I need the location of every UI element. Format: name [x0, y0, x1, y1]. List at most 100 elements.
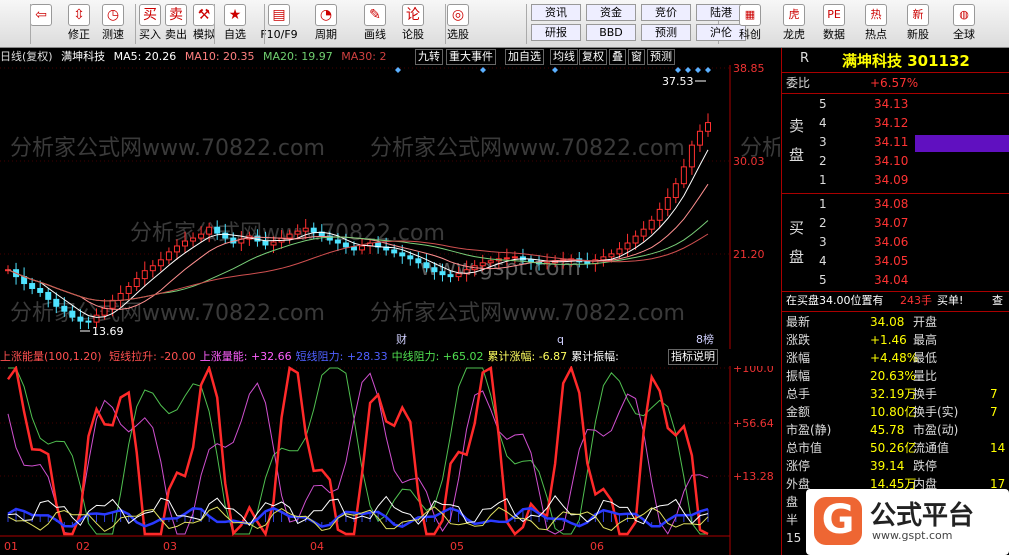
candle[interactable] — [61, 305, 68, 312]
period-label[interactable]: 日线(复权) — [0, 50, 53, 63]
candle[interactable] — [77, 316, 84, 322]
star-folder-tool-button[interactable]: ★ 自选 — [216, 0, 254, 46]
candle[interactable] — [479, 262, 486, 267]
candle[interactable] — [359, 245, 366, 251]
small-button-2[interactable]: 竞价 — [641, 4, 691, 21]
candle[interactable] — [648, 219, 655, 230]
hot-topic-tool-button[interactable]: 热热点 — [856, 0, 896, 46]
candle[interactable] — [632, 235, 639, 244]
bid-row[interactable]: 4 34.05 — [782, 252, 1009, 270]
candle[interactable] — [624, 242, 631, 250]
ask-row[interactable]: 5 34.13 — [782, 95, 1009, 113]
indicator-help-button[interactable]: 指标说明 — [668, 349, 718, 365]
globe-tool-button[interactable]: ◍ 全球 — [944, 0, 984, 46]
candle[interactable] — [664, 197, 671, 210]
candle[interactable] — [503, 257, 510, 260]
candle[interactable] — [511, 256, 518, 259]
chart-button-1[interactable]: 重大事件 — [446, 49, 496, 65]
new-stock-tool-button[interactable]: 新新股 — [898, 0, 938, 46]
candle[interactable] — [141, 270, 148, 280]
candle[interactable] — [190, 237, 197, 242]
price-chart[interactable]: 分析家公式网www.70822.com 分析家公式网www.70822.com 分析… — [0, 65, 780, 349]
candle[interactable] — [415, 258, 422, 264]
candle[interactable] — [527, 259, 534, 263]
candle[interactable] — [182, 240, 189, 247]
bid-row[interactable]: 5 34.04 — [782, 271, 1009, 289]
candle[interactable] — [270, 241, 277, 246]
candle[interactable] — [214, 226, 221, 234]
clock-tool-button[interactable]: ◷ 测速 — [94, 0, 132, 46]
event-label[interactable]: 财 — [396, 332, 407, 346]
candle[interactable] — [399, 252, 406, 257]
candle[interactable] — [656, 208, 663, 221]
candle[interactable] — [53, 298, 60, 307]
candle[interactable] — [455, 273, 462, 278]
candle[interactable] — [447, 274, 454, 278]
small-button-5[interactable]: BBD — [586, 24, 636, 41]
ask-row[interactable]: 1 34.09 — [782, 171, 1009, 189]
candle[interactable] — [672, 183, 679, 199]
candle[interactable] — [286, 233, 293, 239]
candle[interactable] — [439, 271, 446, 276]
candle[interactable] — [69, 310, 76, 318]
info-table-tool-button[interactable]: ▤ F10/F9 — [260, 0, 298, 46]
chart-button-0[interactable]: 九转 — [415, 49, 443, 65]
candle[interactable] — [109, 299, 116, 309]
candle[interactable] — [157, 259, 164, 267]
candle[interactable] — [117, 292, 124, 301]
candle[interactable] — [407, 255, 414, 260]
candle[interactable] — [133, 278, 140, 288]
candle[interactable] — [165, 251, 172, 261]
candle[interactable] — [608, 253, 615, 258]
candle[interactable] — [423, 262, 430, 269]
chart-button-5[interactable]: 叠 — [609, 49, 626, 65]
discussion-tool-button[interactable]: 论论股 — [394, 0, 432, 46]
candle[interactable] — [294, 230, 301, 235]
chart-button-3[interactable]: 均线 — [550, 49, 578, 65]
candle[interactable] — [206, 226, 213, 235]
candle[interactable] — [688, 144, 695, 168]
candle[interactable] — [29, 283, 36, 289]
candle[interactable] — [616, 248, 623, 255]
chart-button-2[interactable]: 加自选 — [505, 49, 544, 65]
candle[interactable] — [101, 307, 108, 316]
candle[interactable] — [640, 228, 647, 237]
pe-data-tool-button[interactable]: PE 数据 — [814, 0, 854, 46]
small-button-1[interactable]: 资金 — [586, 4, 636, 21]
candle[interactable] — [310, 227, 317, 233]
indicator-chart[interactable]: +100.0 +56.64 +13.28 01 02 03 04 05 06 — [0, 366, 780, 555]
chart-button-4[interactable]: 复权 — [579, 49, 607, 65]
back-arrow-tool-button[interactable]: ⇦ — [22, 0, 60, 46]
candle[interactable] — [125, 286, 132, 294]
candle[interactable] — [487, 260, 494, 264]
up-down-arrows-tool-button[interactable]: ⇳ 修正 — [60, 0, 98, 46]
candle[interactable] — [198, 233, 205, 239]
pencil-tool-button[interactable]: ✎ 画线 — [356, 0, 394, 46]
indicator-name[interactable]: 上涨能量(100,1.20) — [0, 350, 102, 363]
candle[interactable] — [342, 242, 349, 248]
chart-button-6[interactable]: 窗 — [628, 49, 645, 65]
candle[interactable] — [350, 246, 357, 251]
candle[interactable] — [302, 227, 309, 232]
bid-row[interactable]: 1 34.08 — [782, 195, 1009, 213]
period-clock-tool-button[interactable]: ◔ 周期 — [307, 0, 345, 46]
candle[interactable] — [600, 256, 607, 261]
event-label[interactable]: 8榜 — [696, 332, 714, 346]
candle[interactable] — [705, 122, 711, 132]
candle[interactable] — [262, 240, 269, 246]
candle[interactable] — [37, 287, 44, 293]
candle[interactable] — [391, 249, 398, 254]
chart-button-7[interactable]: 预测 — [647, 49, 675, 65]
candle[interactable] — [680, 166, 687, 185]
candle[interactable] — [431, 267, 438, 273]
event-label[interactable]: q — [557, 333, 564, 346]
candle[interactable] — [85, 320, 92, 323]
chart-window-tool-button[interactable]: ▦ 科创 — [730, 0, 770, 46]
tiger-tool-button[interactable]: 虎龙虎 — [774, 0, 814, 46]
candle[interactable] — [45, 291, 52, 300]
candle[interactable] — [93, 314, 100, 323]
bid-row[interactable]: 2 34.07 — [782, 214, 1009, 232]
small-button-6[interactable]: 预测 — [641, 24, 691, 41]
ask-row[interactable]: 4 34.12 — [782, 114, 1009, 132]
small-button-4[interactable]: 研报 — [531, 24, 581, 41]
